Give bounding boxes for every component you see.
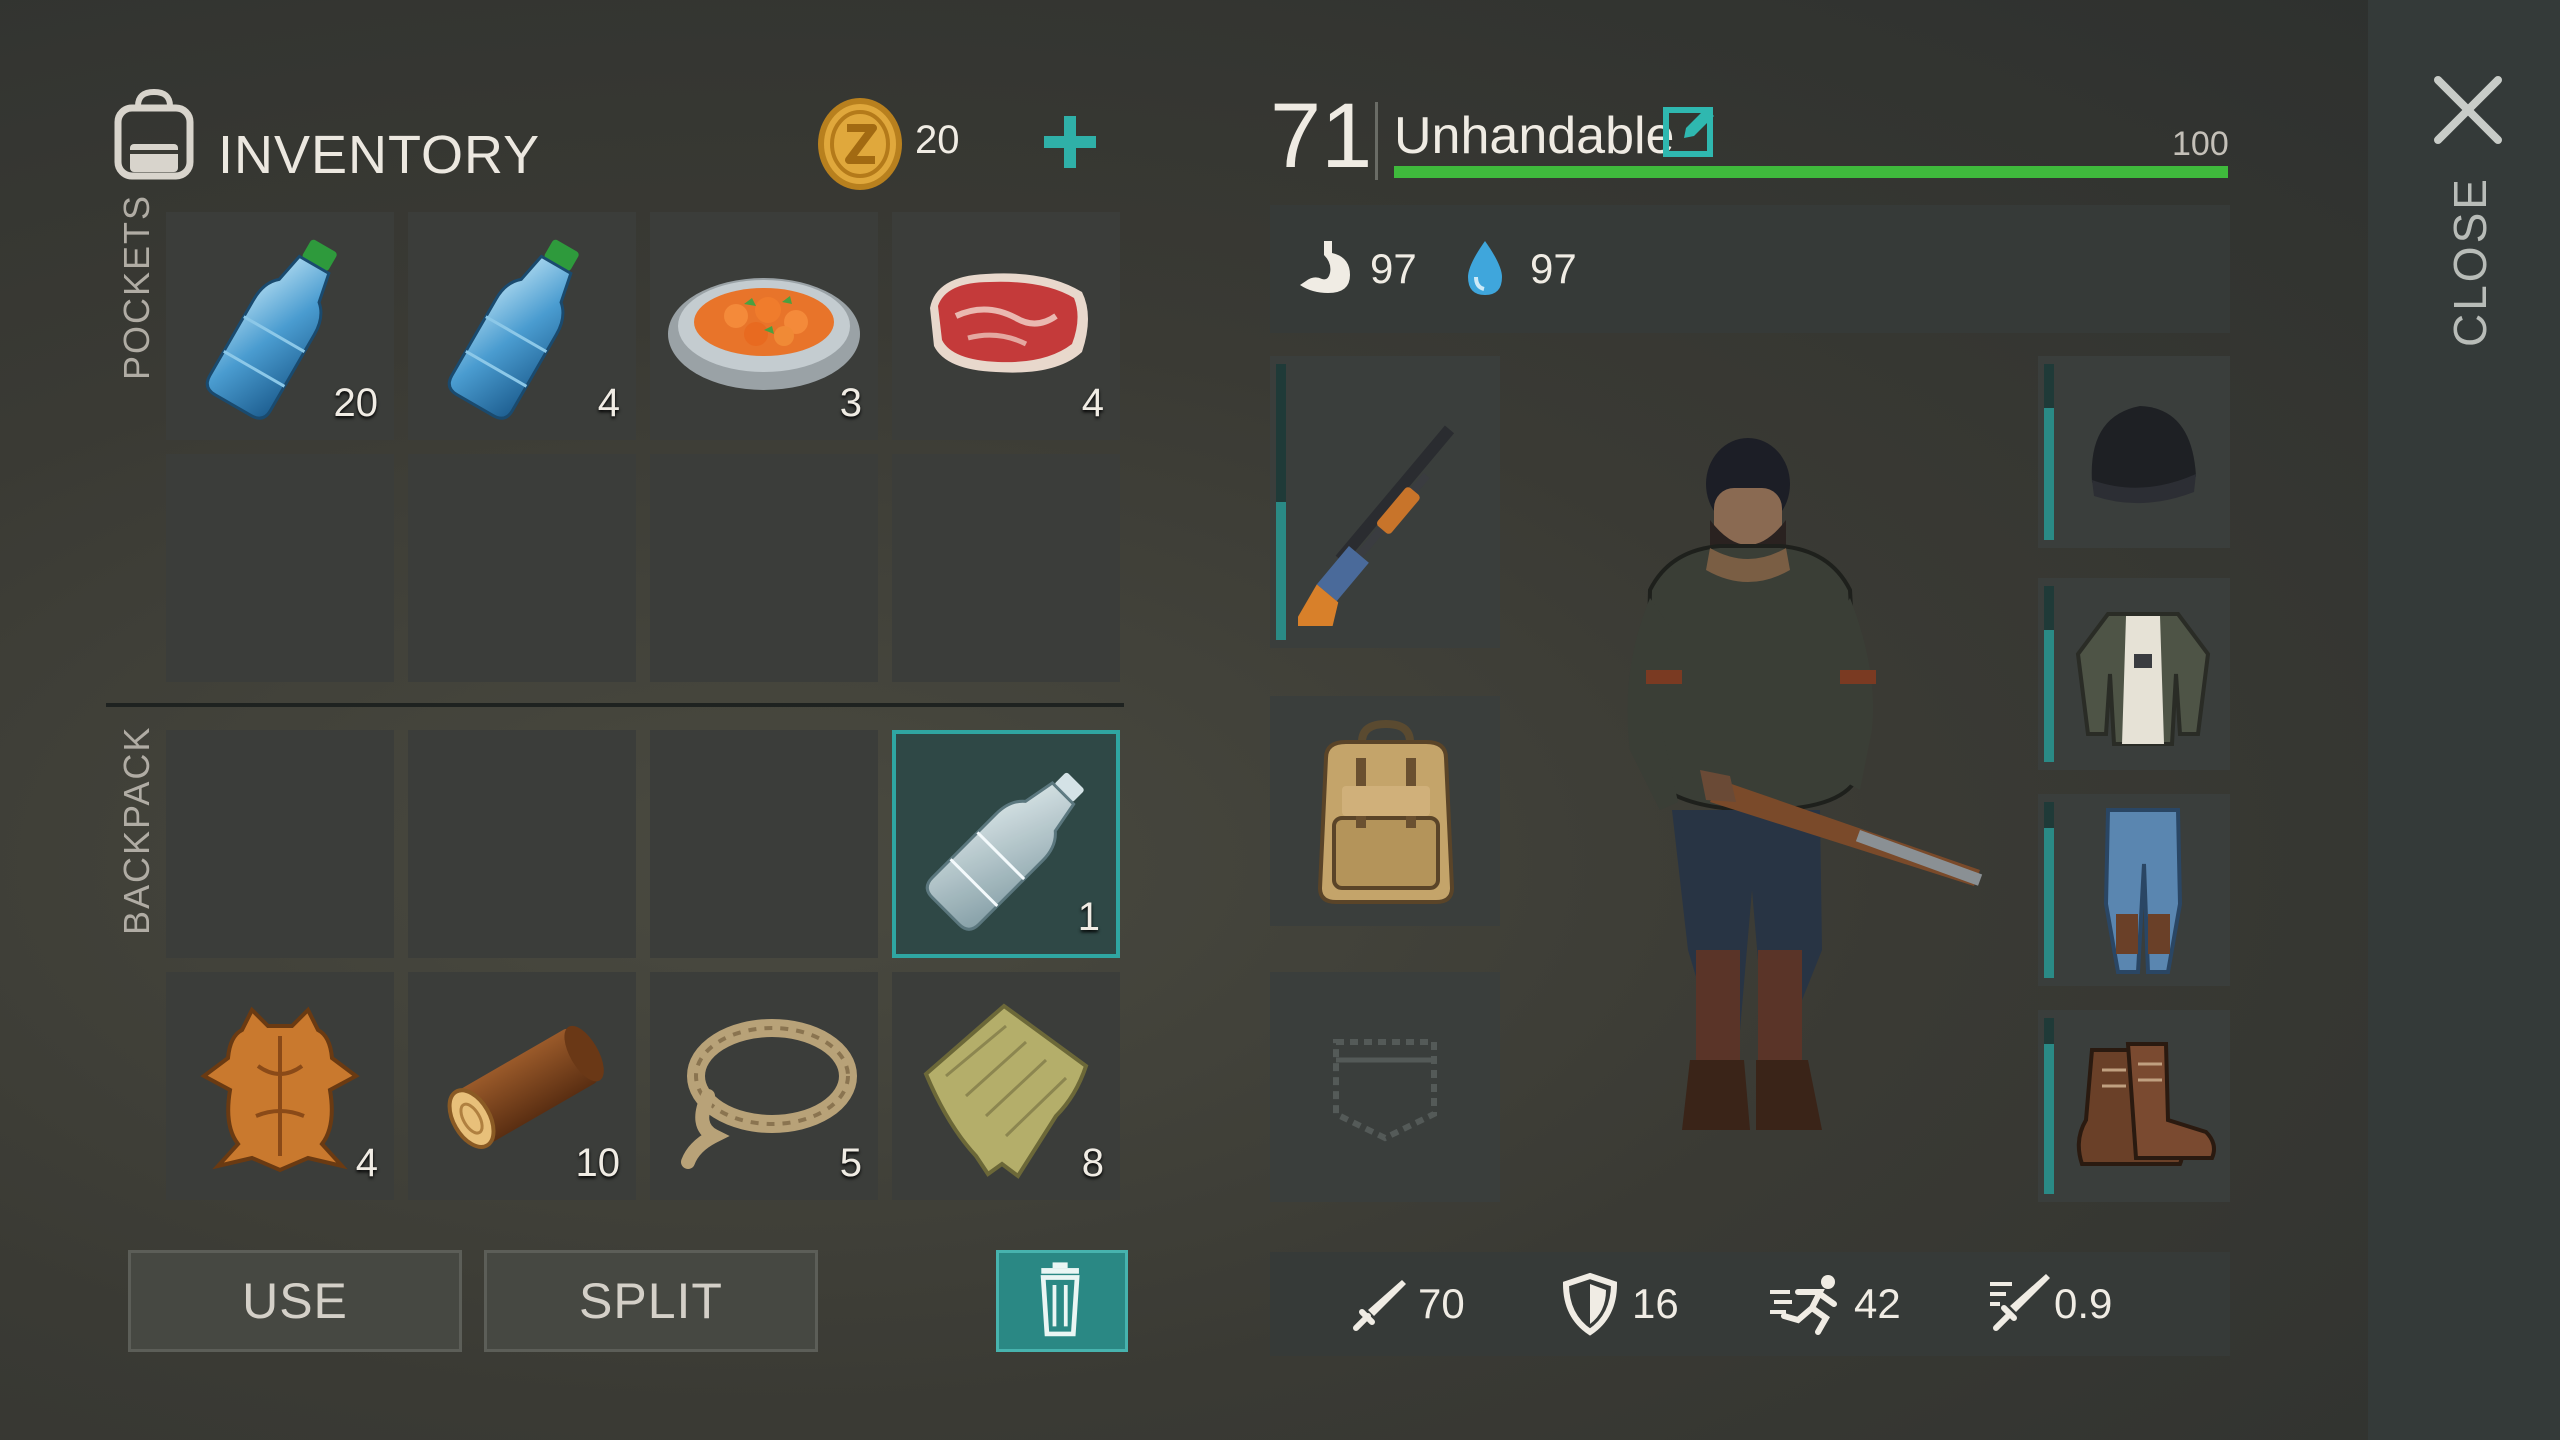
pocket-slot-4[interactable]: 4 xyxy=(892,212,1120,440)
pocket-slot-5[interactable] xyxy=(166,454,394,682)
needs-bar: 97 97 xyxy=(1270,205,2230,333)
legs-slot[interactable] xyxy=(2038,794,2230,986)
section-divider xyxy=(106,703,1124,707)
pocket-slot-7[interactable] xyxy=(650,454,878,682)
close-icon[interactable] xyxy=(2428,70,2508,150)
jeans-icon xyxy=(2103,808,2183,974)
add-coins-button[interactable] xyxy=(1040,112,1100,172)
pocket-icon xyxy=(1333,1039,1437,1142)
weapon-durability xyxy=(1276,364,1286,640)
edit-name-icon[interactable] xyxy=(1660,100,1720,160)
shield-icon xyxy=(1562,1272,1618,1336)
xp-bar xyxy=(1394,166,2228,178)
item-count: 4 xyxy=(597,381,620,425)
backpack-slot-7[interactable]: 5 xyxy=(650,972,878,1200)
food-value: 97 xyxy=(1370,245,1417,292)
backpack-equip-slot[interactable] xyxy=(1270,696,1500,926)
item-count: 4 xyxy=(1081,381,1104,425)
backpack-slot-1[interactable] xyxy=(166,730,394,958)
attack-speed-value: 0.9 xyxy=(2054,1280,2113,1327)
stomach-icon xyxy=(1300,241,1350,293)
backpack-icon xyxy=(114,88,194,180)
delete-button[interactable] xyxy=(996,1250,1128,1352)
head-durability xyxy=(2044,364,2054,540)
legs-durability xyxy=(2044,802,2054,978)
carrot-stew-icon xyxy=(668,278,860,390)
item-count: 4 xyxy=(355,1141,378,1185)
pocket-equip-slot[interactable] xyxy=(1270,972,1500,1202)
item-count: 1 xyxy=(1077,895,1100,939)
item-count: 10 xyxy=(575,1141,621,1185)
item-count: 5 xyxy=(839,1141,862,1185)
weapon-slot[interactable] xyxy=(1270,356,1500,648)
speed-value: 42 xyxy=(1854,1280,1901,1327)
attack-speed-icon xyxy=(1990,1274,2050,1331)
boots-icon xyxy=(2076,1042,2216,1166)
coin-icon xyxy=(818,98,902,190)
player-name: Unhandable xyxy=(1394,107,1675,165)
jacket-icon xyxy=(2075,612,2211,746)
level-separator xyxy=(1375,102,1378,180)
pocket-slot-3[interactable]: 3 xyxy=(650,212,878,440)
item-count: 3 xyxy=(839,381,862,425)
backpack-slot-3[interactable] xyxy=(650,730,878,958)
player-level: 71 xyxy=(1270,85,1373,187)
feet-durability xyxy=(2044,1018,2054,1194)
backpack-slot-8[interactable]: 8 xyxy=(892,972,1120,1200)
backpack-slot-5[interactable]: 4 xyxy=(166,972,394,1200)
inventory-title: INVENTORY xyxy=(218,125,541,185)
backpack-label: BACKPACK xyxy=(116,725,157,935)
body-slot[interactable] xyxy=(2038,578,2230,770)
pocket-slot-8[interactable] xyxy=(892,454,1120,682)
pocket-slot-2[interactable]: 4 xyxy=(408,212,636,440)
split-button[interactable]: SPLIT xyxy=(484,1250,818,1352)
water-value: 97 xyxy=(1530,245,1577,292)
rope-icon xyxy=(681,1019,857,1169)
animal-hide-icon xyxy=(200,1006,360,1173)
beanie-icon xyxy=(2091,406,2196,504)
raw-meat-icon xyxy=(930,273,1088,373)
xp-bar-fill xyxy=(1394,166,2228,178)
cloth-icon xyxy=(923,1003,1089,1179)
backpack-slot-4[interactable]: 1 xyxy=(892,730,1120,958)
pocket-slot-6[interactable] xyxy=(408,454,636,682)
close-button[interactable]: CLOSE xyxy=(2410,176,2530,350)
backpack-icon xyxy=(1317,719,1455,904)
pocket-slot-1[interactable]: 20 xyxy=(166,212,394,440)
head-slot[interactable] xyxy=(2038,356,2230,548)
feet-slot[interactable] xyxy=(2038,1010,2230,1202)
water-drop-icon xyxy=(1468,241,1502,295)
defense-value: 16 xyxy=(1632,1280,1679,1327)
backpack-slot-2[interactable] xyxy=(408,730,636,958)
sword-icon xyxy=(1353,1280,1406,1331)
close-label: CLOSE xyxy=(2444,176,2496,347)
xp-max: 100 xyxy=(2172,125,2229,163)
use-button[interactable]: USE xyxy=(128,1250,462,1352)
shotgun-icon xyxy=(1298,425,1455,626)
running-icon xyxy=(1770,1275,1837,1335)
backpack-slot-6[interactable]: 10 xyxy=(408,972,636,1200)
character-model xyxy=(1627,438,1983,1130)
coin-count: 20 xyxy=(915,118,960,162)
combat-stats-bar: 70 16 42 0.9 xyxy=(1270,1252,2230,1356)
water-bottle-icon xyxy=(447,239,579,420)
pockets-label: POCKETS xyxy=(116,193,157,380)
trash-icon xyxy=(1040,1262,1080,1337)
attack-value: 70 xyxy=(1418,1280,1465,1327)
body-durability xyxy=(2044,586,2054,762)
item-count: 8 xyxy=(1081,1141,1104,1185)
item-count: 20 xyxy=(333,381,379,425)
